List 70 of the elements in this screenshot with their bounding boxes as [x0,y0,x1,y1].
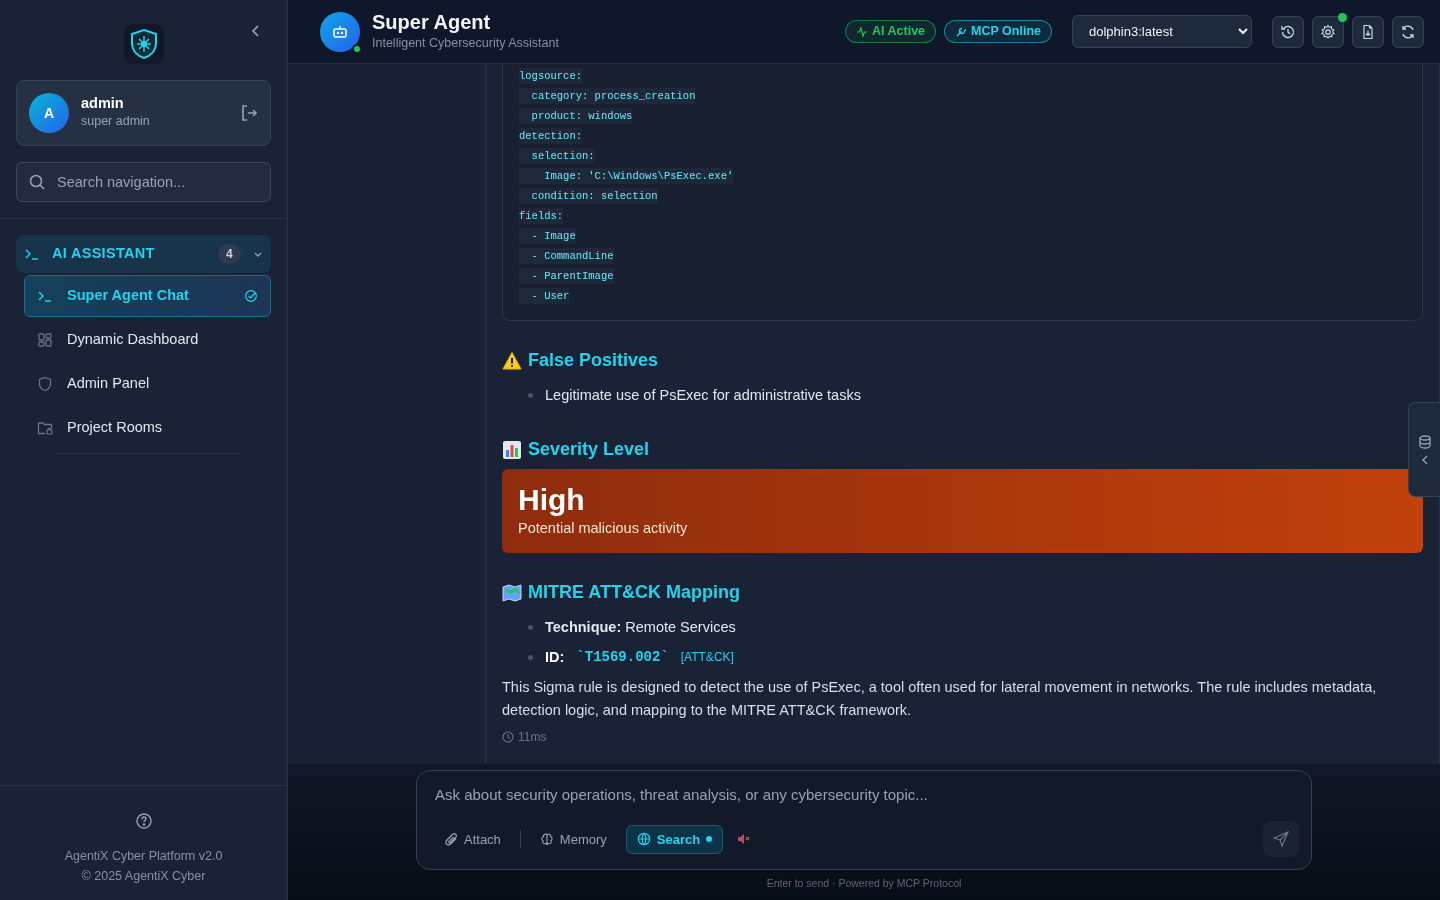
model-select[interactable]: dolphin3:latest [1072,15,1252,48]
paperclip-icon [444,832,458,847]
search-field[interactable]: Search navigation... [16,162,271,202]
nav-item[interactable]: Project Rooms [24,407,271,449]
file-download-icon [1360,23,1376,40]
bar-chart-icon [502,439,522,460]
status-badge: AI Active [845,20,937,43]
clock-icon [502,731,514,744]
list-item-text: Technique: Remote Services [545,618,736,638]
warning-icon [502,350,522,371]
user-role: super admin [81,113,151,131]
technique-id: `T1569.002` [576,648,669,668]
bullet-mark [528,624,533,630]
grid-icon [37,332,53,348]
status-badge: MCP Online [944,20,1052,43]
settings-button[interactable] [1312,15,1344,48]
bullet-mark [528,654,533,660]
check-circle-icon [244,289,258,303]
refresh-button[interactable] [1392,15,1424,48]
search-toggle[interactable]: Search [625,824,724,854]
response-time: 11ms [518,729,547,747]
message-input[interactable]: Ask about security operations, threat analysis, or any cybersecurity topic... [433,782,1299,808]
robot-icon [332,24,348,39]
summary-text: This Sigma rule is designed to detect the use of PsExec, a tool often used for lateral movement in networks. The rule includes metadata, detection logic, and mapping to the MITRE ATT&CK framework. [502,678,1378,721]
section-heading: False Positives [528,349,659,372]
history-icon [1280,23,1296,40]
logout-icon[interactable] [240,104,258,122]
folder-lock-icon [37,420,53,436]
map-icon [502,582,522,603]
search-icon [29,174,45,190]
nav-group-label: AI ASSISTANT [52,244,155,264]
bullet-mark [528,392,533,398]
attach-toggle[interactable]: Attach [433,824,512,854]
collapse-sidebar-button[interactable] [251,24,261,38]
history-button[interactable] [1272,15,1304,48]
copyright-text: © 2025 AgentiX Cyber [80,868,207,885]
reference-link[interactable]: [ATT&CK] [680,642,734,673]
refresh-icon [1400,23,1416,40]
section-heading: MITRE ATT&CK Mapping [528,581,740,605]
nav-group-header[interactable]: AI ASSISTANT 4 [16,235,271,273]
globe-icon [636,832,651,847]
page-subtitle: Intelligent Cybersecurity Assistant [372,35,560,53]
severity-description: Potential malicious activity [518,518,689,538]
nav-item[interactable]: Dynamic Dashboard [24,319,271,361]
composer-hint: Enter to send · Powered by MCP Protocol [765,876,963,892]
user-avatar: A [29,93,69,133]
nav-item[interactable]: Super Agent Chat [24,275,271,317]
list-item-text: Legitimate use of PsExec for administrative tasks [545,386,861,405]
send-button[interactable] [1263,821,1299,858]
activity-icon [856,25,869,38]
shield-icon [37,376,53,392]
nav-item[interactable]: Admin Panel [24,363,271,405]
user-name: admin [81,94,125,113]
severity-rating: High [518,483,586,518]
nav-count-badge: 4 [218,244,241,264]
side-panel-toggle[interactable] [1408,402,1440,497]
brain-icon [539,832,554,847]
send-icon [1273,831,1289,848]
help-icon[interactable] [135,812,152,829]
wrench-icon [955,25,968,38]
section-heading: Severity Level [528,438,650,461]
chevron-left-icon [1420,454,1429,465]
version-text: AgentiX Cyber Platform v2.0 [63,848,224,865]
memory-toggle[interactable]: Memory [528,824,618,854]
speaker-muted-icon[interactable] [737,832,752,847]
export-button[interactable] [1352,15,1384,48]
page-title: Super Agent [372,10,492,35]
database-icon [1417,434,1432,449]
field-label: ID: [545,648,565,668]
settings-icon [1320,23,1336,40]
